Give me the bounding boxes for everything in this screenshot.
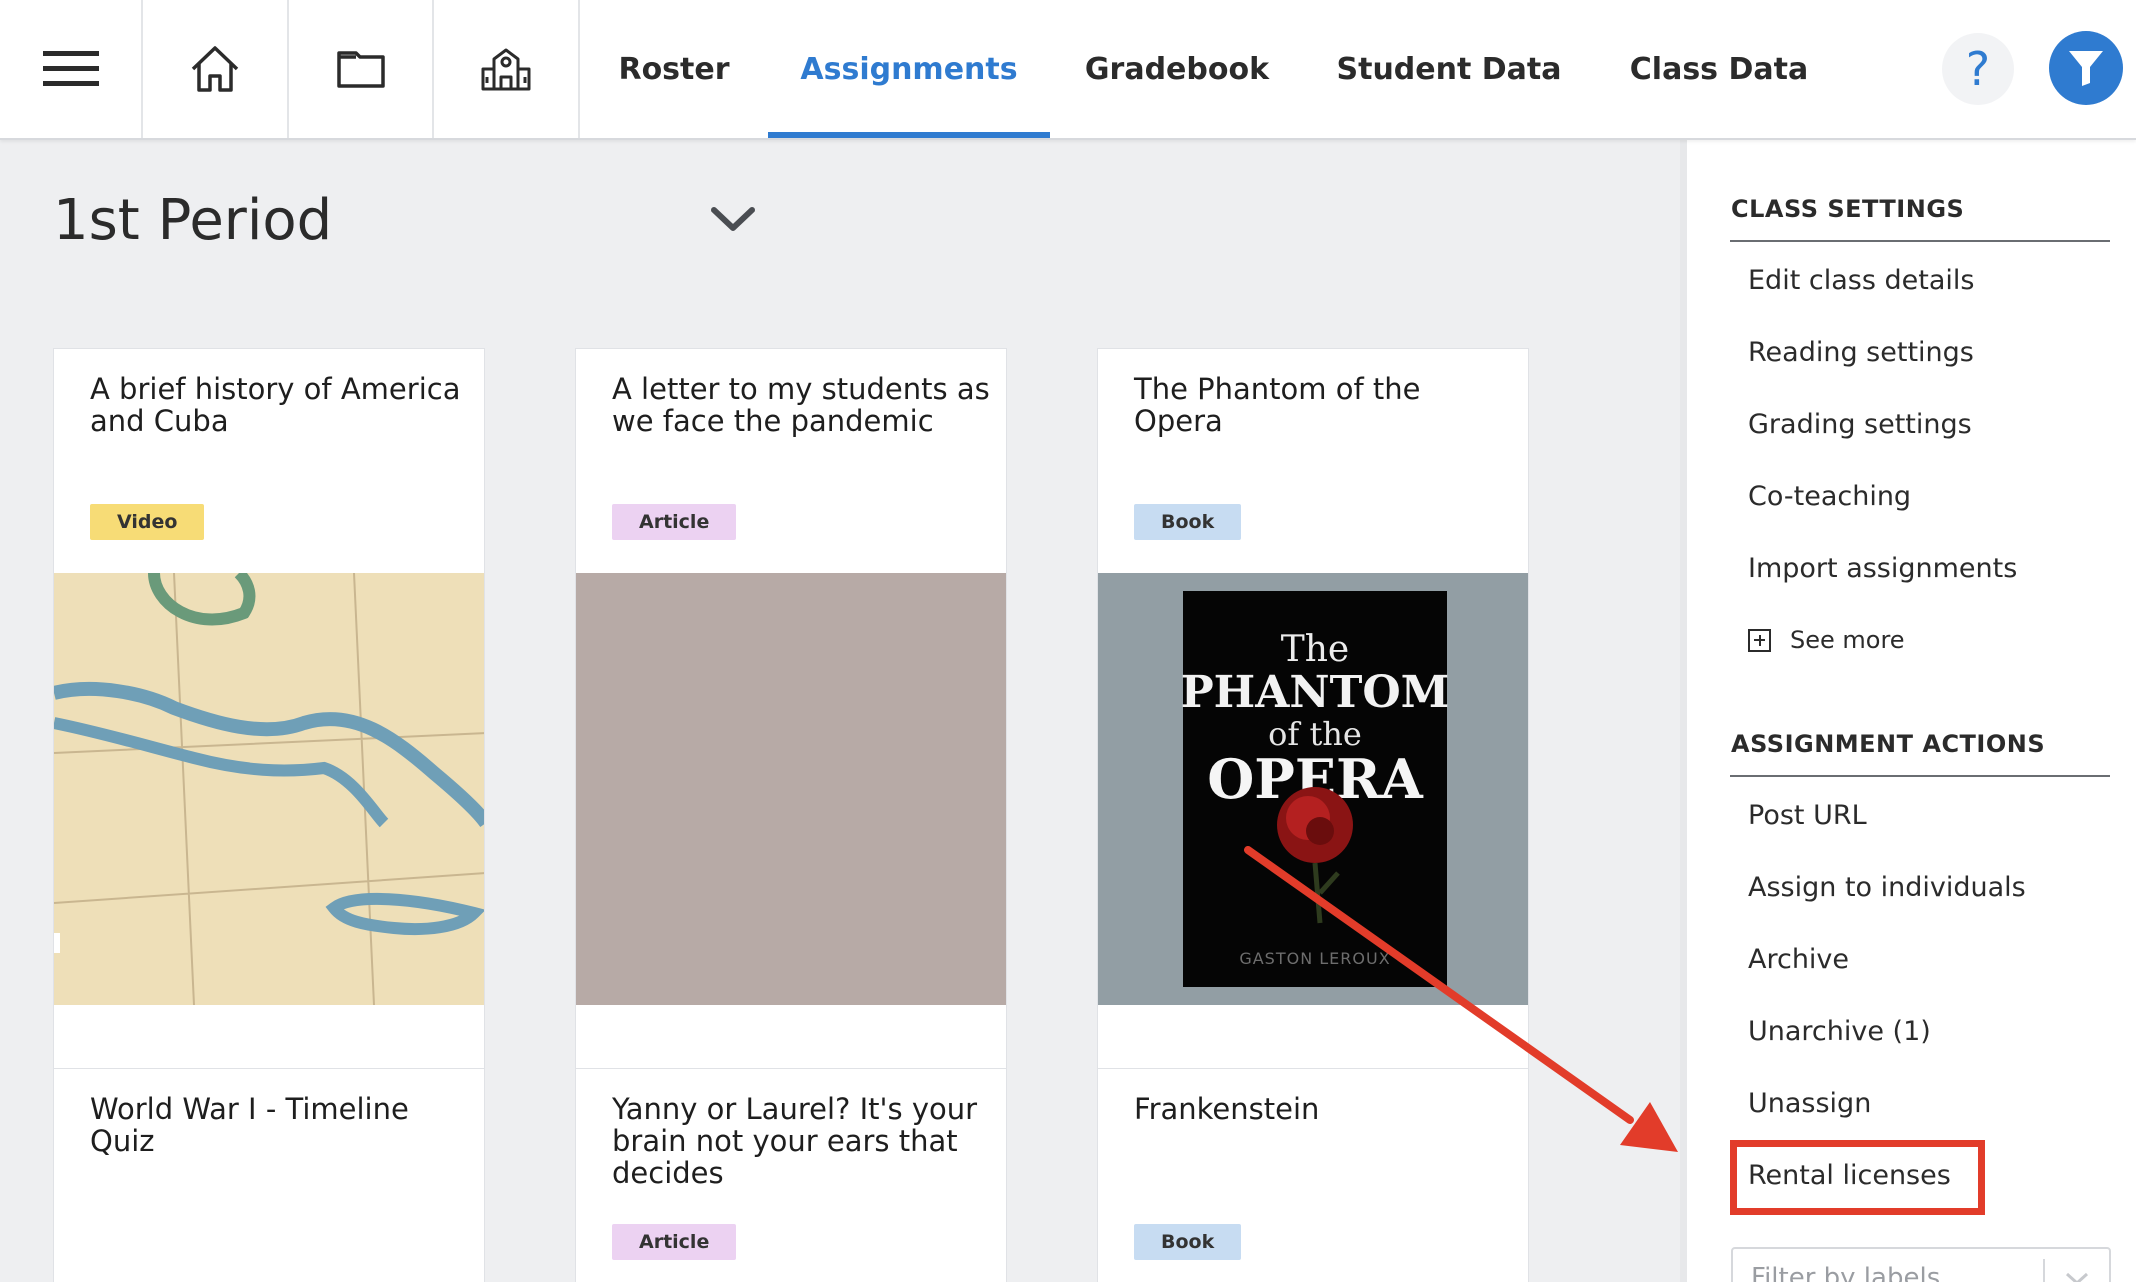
page-title: 1st Period bbox=[53, 188, 333, 253]
plus-box-icon bbox=[1748, 628, 1771, 652]
home-icon bbox=[191, 46, 239, 92]
active-tab-indicator bbox=[768, 132, 1050, 138]
library-button[interactable] bbox=[289, 0, 434, 138]
card-title: Frankenstein bbox=[1134, 1092, 1320, 1126]
card-title: A letter to my students as we face the p… bbox=[612, 372, 990, 438]
grading-settings-link[interactable]: Grading settings bbox=[1748, 409, 1972, 440]
right-sidebar: CLASS SETTINGS Edit class details Readin… bbox=[1680, 140, 2136, 1282]
type-badge: Book bbox=[1134, 504, 1242, 540]
co-teaching-link[interactable]: Co-teaching bbox=[1748, 481, 1911, 512]
home-button[interactable] bbox=[143, 0, 289, 138]
assignments-main-area: 1st Period A brief history of America an… bbox=[0, 140, 1680, 1282]
card-thumbnail-book: The PHANTOM of the OPERA GASTON LEROUX bbox=[1098, 573, 1528, 1005]
card-thumbnail-placeholder bbox=[576, 573, 1006, 1005]
filter-icon bbox=[2069, 51, 2103, 86]
type-badge: Book bbox=[1134, 1224, 1242, 1260]
divider bbox=[1730, 775, 2110, 777]
tab-class-data[interactable]: Class Data bbox=[1594, 0, 1844, 138]
help-button[interactable]: ? bbox=[1942, 33, 2014, 105]
assignment-card[interactable]: The Phantom of the Opera Book The PHANTO… bbox=[1097, 348, 1529, 1136]
menu-icon bbox=[42, 51, 99, 86]
folder-icon bbox=[336, 51, 385, 88]
rental-licenses-link[interactable]: Rental licenses bbox=[1748, 1160, 1951, 1191]
type-badge: Video bbox=[90, 504, 205, 540]
cover-author: GASTON LEROUX bbox=[1239, 949, 1390, 968]
see-more-label: See more bbox=[1790, 626, 1905, 654]
card-title: Yanny or Laurel? It's your brain not you… bbox=[612, 1092, 978, 1190]
assignment-card[interactable]: Yanny or Laurel? It's your brain not you… bbox=[575, 1068, 1007, 1282]
chevron-down-icon bbox=[2065, 1272, 2089, 1282]
edit-class-details-link[interactable]: Edit class details bbox=[1748, 265, 1974, 296]
cover-line-1: The bbox=[1281, 629, 1350, 670]
select-divider bbox=[2043, 1259, 2045, 1282]
type-badge: Article bbox=[612, 1224, 737, 1260]
school-button[interactable] bbox=[434, 0, 580, 138]
assignment-card[interactable]: A brief history of America and Cuba Vide… bbox=[53, 348, 485, 1136]
divider bbox=[1730, 240, 2110, 242]
tab-student-data[interactable]: Student Data bbox=[1304, 0, 1594, 138]
archive-link[interactable]: Archive bbox=[1748, 944, 1849, 975]
period-dropdown-toggle[interactable] bbox=[708, 200, 758, 240]
card-thumbnail-map bbox=[54, 568, 484, 1006]
chevron-down-icon bbox=[711, 207, 755, 231]
cover-line-2: PHANTOM bbox=[1181, 667, 1450, 718]
tab-assignments[interactable]: Assignments bbox=[768, 0, 1050, 138]
tab-roster[interactable]: Roster bbox=[580, 0, 768, 138]
import-assignments-link[interactable]: Import assignments bbox=[1748, 553, 2017, 584]
filter-placeholder: Filter by labels bbox=[1751, 1263, 1941, 1282]
filter-button[interactable] bbox=[2049, 31, 2123, 105]
type-badge: Article bbox=[612, 504, 737, 540]
class-settings-header: CLASS SETTINGS bbox=[1731, 195, 1965, 223]
book-cover-image: The PHANTOM of the OPERA GASTON LEROUX bbox=[1181, 591, 1450, 987]
top-navigation-bar: Roster Assignments Gradebook Student Dat… bbox=[0, 0, 2136, 140]
unassign-link[interactable]: Unassign bbox=[1748, 1088, 1871, 1119]
card-title: World War I - Timeline Quiz bbox=[90, 1092, 409, 1158]
card-title: The Phantom of the Opera bbox=[1134, 372, 1421, 438]
assignment-actions-header: ASSIGNMENT ACTIONS bbox=[1731, 730, 2046, 758]
tab-gradebook[interactable]: Gradebook bbox=[1050, 0, 1304, 138]
filter-by-labels-select[interactable]: Filter by labels bbox=[1731, 1247, 2111, 1282]
unarchive-link[interactable]: Unarchive (1) bbox=[1748, 1016, 1931, 1047]
help-icon: ? bbox=[1965, 42, 1991, 96]
assignment-card[interactable]: Frankenstein Book bbox=[1097, 1068, 1529, 1282]
assignment-card[interactable]: A letter to my students as we face the p… bbox=[575, 348, 1007, 1136]
menu-button[interactable] bbox=[0, 0, 143, 138]
card-title: A brief history of America and Cuba bbox=[90, 372, 461, 438]
post-url-link[interactable]: Post URL bbox=[1748, 800, 1867, 831]
assign-to-individuals-link[interactable]: Assign to individuals bbox=[1748, 872, 2026, 903]
see-more-button[interactable]: See more bbox=[1748, 626, 1905, 654]
assignment-card[interactable]: World War I - Timeline Quiz bbox=[53, 1068, 485, 1282]
school-icon bbox=[481, 48, 531, 91]
reading-settings-link[interactable]: Reading settings bbox=[1748, 337, 1974, 368]
